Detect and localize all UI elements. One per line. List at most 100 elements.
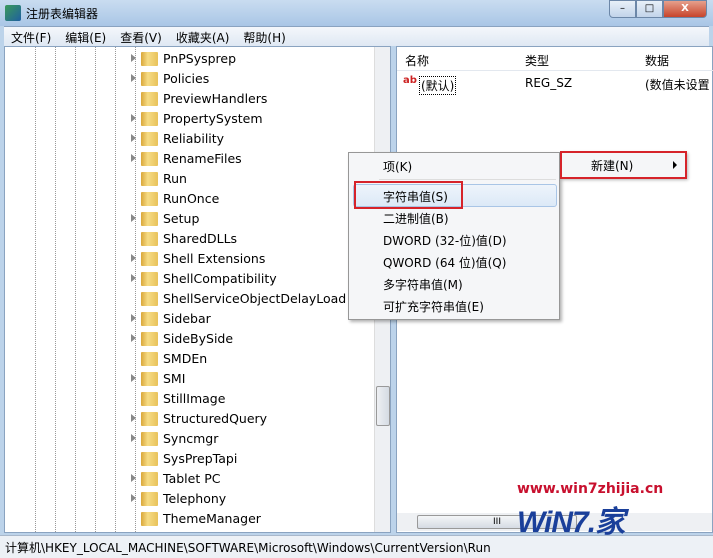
tree-node-label: Syncmgr xyxy=(163,431,219,446)
value-type: REG_SZ xyxy=(525,76,573,90)
value-row[interactable]: ab (默认) REG_SZ (数值未设置 xyxy=(397,73,713,95)
menu-edit[interactable]: 编辑(E) xyxy=(58,27,113,46)
tree-node-label: Run xyxy=(163,171,187,186)
folder-icon xyxy=(141,252,158,266)
tree-node[interactable]: ThemeManager xyxy=(5,509,375,529)
folder-icon xyxy=(141,432,158,446)
tree-node-label: ThemeManager xyxy=(163,511,261,526)
tree-node[interactable]: ShellServiceObjectDelayLoad xyxy=(5,289,375,309)
folder-icon xyxy=(141,92,158,106)
tree-node[interactable]: Sidebar xyxy=(5,309,375,329)
tree-node[interactable]: Telephony xyxy=(5,489,375,509)
tree-node[interactable]: RunOnce xyxy=(5,189,375,209)
expand-arrow-icon[interactable] xyxy=(131,214,136,222)
expand-arrow-icon[interactable] xyxy=(131,54,136,62)
expand-arrow-icon[interactable] xyxy=(131,314,136,322)
tree-node-label: PreviewHandlers xyxy=(163,91,268,106)
tree-node[interactable]: Tablet PC xyxy=(5,469,375,489)
tree-node-label: StructuredQuery xyxy=(163,411,268,426)
menu-help[interactable]: 帮助(H) xyxy=(236,27,292,46)
tree-node[interactable]: SharedDLLs xyxy=(5,229,375,249)
tree-node[interactable]: Run xyxy=(5,169,375,189)
folder-icon xyxy=(141,72,158,86)
scrollbar-thumb[interactable] xyxy=(376,386,390,426)
folder-icon xyxy=(141,412,158,426)
folder-icon xyxy=(141,212,158,226)
column-name[interactable]: 名称 xyxy=(405,52,429,69)
folder-icon xyxy=(141,352,158,366)
menu-view[interactable]: 查看(V) xyxy=(113,27,169,46)
string-value-icon: ab xyxy=(403,75,417,86)
tree-node[interactable]: RenameFiles xyxy=(5,149,375,169)
menu-item-binary-value[interactable]: 二进制值(B) xyxy=(383,210,449,227)
tree-node-label: SMI xyxy=(163,371,186,386)
column-type[interactable]: 类型 xyxy=(525,52,549,69)
expand-arrow-icon[interactable] xyxy=(131,474,136,482)
tree-node-label: Tablet PC xyxy=(163,471,221,486)
tree-node[interactable]: SMDEn xyxy=(5,349,375,369)
folder-icon xyxy=(141,392,158,406)
tree-node-label: PnPSysprep xyxy=(163,51,237,66)
menu-item-key[interactable]: 项(K) xyxy=(383,158,412,175)
expand-arrow-icon[interactable] xyxy=(131,254,136,262)
watermark-url: www.win7zhijia.cn xyxy=(517,481,664,497)
menu-favorites[interactable]: 收藏夹(A) xyxy=(169,27,237,46)
tree-node[interactable]: StructuredQuery xyxy=(5,409,375,429)
expand-arrow-icon[interactable] xyxy=(131,274,136,282)
tree-node[interactable]: Setup xyxy=(5,209,375,229)
expand-arrow-icon[interactable] xyxy=(131,374,136,382)
tree-node-label: Policies xyxy=(163,71,210,86)
column-data[interactable]: 数据 xyxy=(645,52,669,69)
menu-item-expandable-string-value[interactable]: 可扩充字符串值(E) xyxy=(383,298,484,315)
expand-arrow-icon[interactable] xyxy=(131,414,136,422)
value-data: (数值未设置 xyxy=(645,78,710,92)
highlight-box xyxy=(560,151,687,179)
tree-node[interactable]: PreviewHandlers xyxy=(5,89,375,109)
tree-node[interactable]: Reliability xyxy=(5,129,375,149)
tree-node-label: SysPrepTapi xyxy=(163,451,238,466)
expand-arrow-icon[interactable] xyxy=(131,494,136,502)
folder-icon xyxy=(141,472,158,486)
tree-node[interactable]: PnPSysprep xyxy=(5,49,375,69)
folder-icon xyxy=(141,492,158,506)
tree-node[interactable]: Shell Extensions xyxy=(5,249,375,269)
window-title: 注册表编辑器 xyxy=(26,7,99,21)
tree-node-label: Reliability xyxy=(163,131,225,146)
maximize-button[interactable]: □ xyxy=(636,0,663,18)
close-button[interactable]: X xyxy=(663,0,707,18)
tree-node-label: Shell Extensions xyxy=(163,251,266,266)
menu-bar: 文件(F) 编辑(E) 查看(V) 收藏夹(A) 帮助(H) xyxy=(4,26,709,46)
minimize-button[interactable]: – xyxy=(609,0,636,18)
tree-node-label: SMDEn xyxy=(163,351,208,366)
menu-item-qword-value[interactable]: QWORD (64 位)值(Q) xyxy=(383,254,506,271)
menu-file[interactable]: 文件(F) xyxy=(4,27,58,46)
expand-arrow-icon[interactable] xyxy=(131,434,136,442)
menu-item-multi-string-value[interactable]: 多字符串值(M) xyxy=(383,276,463,293)
expand-arrow-icon[interactable] xyxy=(131,154,136,162)
tree-node[interactable]: SMI xyxy=(5,369,375,389)
tree-node[interactable]: SysPrepTapi xyxy=(5,449,375,469)
menu-item-dword-value[interactable]: DWORD (32-位)值(D) xyxy=(383,232,507,249)
tree-node-label: RunOnce xyxy=(163,191,220,206)
folder-icon xyxy=(141,292,158,306)
tree-node[interactable]: StillImage xyxy=(5,389,375,409)
tree-node-label: SideBySide xyxy=(163,331,234,346)
tree-node[interactable]: PropertySystem xyxy=(5,109,375,129)
tree-node[interactable]: Policies xyxy=(5,69,375,89)
folder-icon xyxy=(141,192,158,206)
tree-node[interactable]: Syncmgr xyxy=(5,429,375,449)
expand-arrow-icon[interactable] xyxy=(131,74,136,82)
registry-tree: PnPSysprep Policies PreviewHandlers Propert… xyxy=(4,46,391,533)
value-name: (默认) xyxy=(419,76,457,95)
tree-node-label: Telephony xyxy=(163,491,227,506)
folder-icon xyxy=(141,52,158,66)
tree-node-label: StillImage xyxy=(163,391,226,406)
tree-node-label: SharedDLLs xyxy=(163,231,238,246)
expand-arrow-icon[interactable] xyxy=(131,134,136,142)
tree-node[interactable]: SideBySide xyxy=(5,329,375,349)
expand-arrow-icon[interactable] xyxy=(131,114,136,122)
menu-separator xyxy=(379,179,556,180)
folder-icon xyxy=(141,512,158,526)
expand-arrow-icon[interactable] xyxy=(131,334,136,342)
tree-node[interactable]: ShellCompatibility xyxy=(5,269,375,289)
